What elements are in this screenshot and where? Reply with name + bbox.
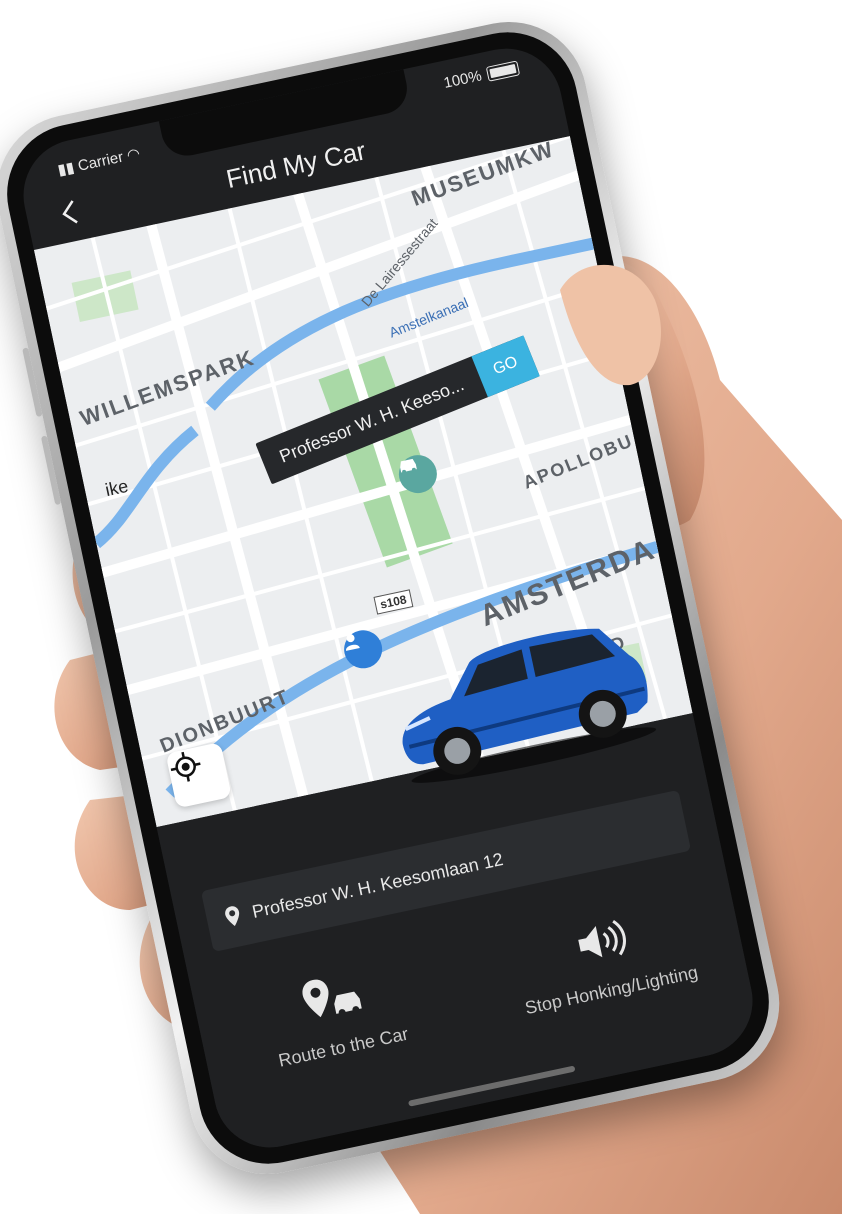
thumb-overlay [560, 264, 661, 386]
